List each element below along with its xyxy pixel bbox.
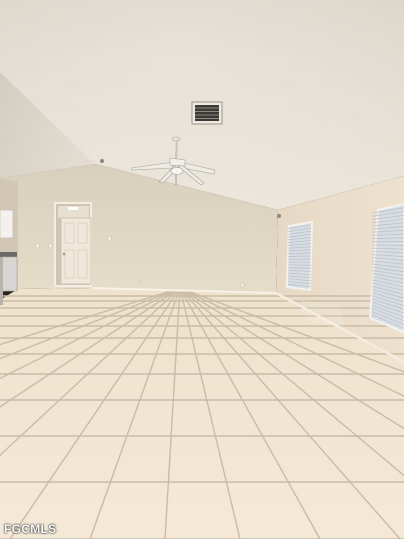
door — [60, 217, 92, 285]
blind-slat — [287, 255, 312, 257]
smoke-detector — [100, 159, 104, 163]
door-knob — [62, 252, 66, 256]
hall-light — [68, 207, 78, 210]
room-photo: FGCMLS — [0, 0, 404, 539]
watermark-text: FGCMLS — [4, 522, 57, 536]
ceiling-air-vent — [191, 101, 223, 125]
window-left — [285, 220, 314, 292]
outlet — [35, 243, 40, 249]
light-switch — [107, 235, 112, 242]
kitchen-cabinet — [0, 209, 14, 239]
kitchen-counter — [0, 252, 17, 257]
appliance — [1, 256, 18, 292]
room-illustration — [0, 0, 404, 539]
